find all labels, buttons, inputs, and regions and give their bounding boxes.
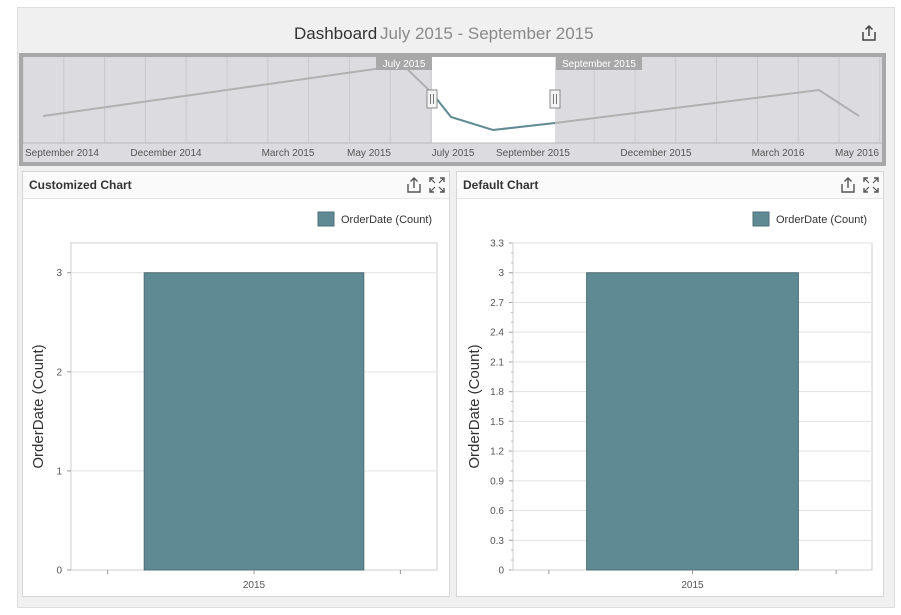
y-tick-label: 2.1: [490, 357, 504, 368]
range-filter: July 2015 September 2015 September 2014 Dec…: [19, 53, 886, 166]
range-axis-label: July 2015: [432, 148, 475, 159]
y-tick-label: 0: [498, 566, 504, 577]
panel-title: Customized Chart: [29, 178, 132, 192]
x-tick-label: 2015: [243, 580, 266, 591]
range-axis-label: March 2015: [262, 148, 315, 159]
y-tick-label: 0.9: [490, 476, 504, 487]
legend-swatch: [317, 211, 335, 227]
x-tick-label: 2015: [681, 580, 704, 591]
y-tick-label: 2: [56, 367, 62, 378]
range-axis-label: May 2016: [835, 148, 879, 159]
y-tick-label: 0.6: [490, 506, 504, 517]
selection-start-label: July 2015: [383, 59, 426, 70]
export-icon[interactable]: [405, 176, 423, 194]
y-tick-label: 1: [56, 466, 62, 477]
dashboard-title: Dashboard: [294, 24, 378, 43]
export-icon[interactable]: [839, 176, 857, 194]
y-tick-label: 2.7: [490, 298, 504, 309]
range-axis-label: September 2015: [496, 148, 570, 159]
y-tick-label: 3: [498, 268, 504, 279]
y-tick-label: 3.3: [490, 239, 504, 250]
customized-chart-panel: Customized Chart OrderDate (Count) 0 1 2 3 20…: [22, 171, 450, 597]
panel-header: Default Chart: [457, 172, 883, 199]
legend-swatch: [752, 211, 770, 227]
dashboard-period: July 2015 - September 2015: [380, 24, 594, 43]
panel-title: Default Chart: [463, 178, 539, 192]
range-series-line: [42, 63, 433, 117]
y-tick-label: 1.2: [490, 447, 504, 458]
legend-label: OrderDate (Count): [341, 214, 432, 226]
range-axis-label: December 2015: [620, 148, 692, 159]
y-axis-title: OrderDate (Count): [30, 344, 47, 468]
range-series-line: [554, 88, 860, 124]
legend-label: OrderDate (Count): [776, 214, 867, 226]
range-filter-plot[interactable]: July 2015 September 2015 September 2014 Dec…: [23, 57, 882, 162]
dashboard-title-bar: Dashboard July 2015 - September 2015: [18, 8, 894, 54]
y-tick-label: 1.8: [490, 387, 504, 398]
range-axis-label: May 2015: [347, 148, 391, 159]
range-start-handle[interactable]: [426, 89, 438, 109]
range-axis-label: March 2016: [752, 148, 805, 159]
bar[interactable]: [586, 272, 799, 571]
export-icon[interactable]: [860, 24, 878, 42]
range-end-handle[interactable]: [549, 89, 561, 109]
y-tick-label: 2.4: [490, 328, 504, 339]
range-axis-label: September 2014: [25, 148, 99, 159]
dashboard: Dashboard July 2015 - September 2015 Jul…: [17, 7, 895, 608]
y-tick-label: 3: [56, 268, 62, 279]
maximize-icon[interactable]: [862, 176, 880, 194]
bar[interactable]: [143, 272, 365, 571]
y-axis-title: OrderDate (Count): [466, 344, 483, 468]
selection-end-label: September 2015: [562, 59, 636, 70]
range-axis-label: December 2014: [130, 148, 202, 159]
y-tick-label: 0: [56, 566, 62, 577]
y-tick-label: 1.5: [490, 417, 504, 428]
y-tick-label: 0.3: [490, 536, 504, 547]
panel-header: Customized Chart: [23, 172, 449, 199]
default-chart-panel: Default Chart OrderDate (Count) 0 0.3 0.6 0.…: [456, 171, 884, 597]
maximize-icon[interactable]: [428, 176, 446, 194]
